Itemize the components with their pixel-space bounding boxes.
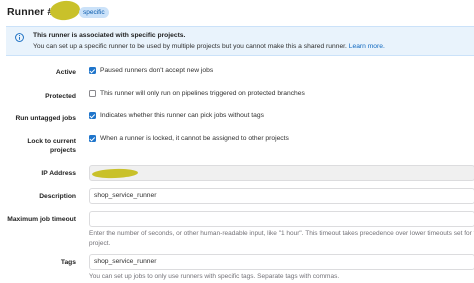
run-untagged-checkbox-text: Indicates whether this runner can pick j… [100, 112, 264, 119]
lock-checkbox[interactable] [89, 135, 96, 142]
lock-checkbox-text: When a runner is locked, it cannot be as… [100, 135, 289, 142]
alert-body: You can set up a specific runner to be u… [33, 43, 385, 50]
run-untagged-label: Run untagged jobs [15, 115, 76, 122]
ip-address-field[interactable] [89, 165, 474, 181]
max-timeout-field[interactable] [89, 211, 474, 227]
alert-body-text: You can set up a specific runner to be u… [33, 43, 347, 50]
tags-label: Tags [60, 259, 76, 266]
ip-address-label: IP Address [41, 170, 76, 177]
max-timeout-help-line: Enter the number of seconds, or other hu… [89, 230, 474, 237]
runner-type-badge: specific [79, 7, 109, 18]
learn-more-link[interactable]: Learn more. [349, 43, 385, 50]
active-checkbox-text: Paused runners don't accept new jobs [100, 67, 214, 74]
info-alert: This runner is associated with specific … [6, 26, 474, 56]
alert-title: This runner is associated with specific … [33, 32, 186, 39]
tags-help: You can set up jobs to only use runners … [89, 273, 340, 280]
active-label: Active [55, 69, 76, 76]
protected-checkbox[interactable] [89, 90, 96, 97]
max-timeout-help-line: project. [89, 239, 111, 247]
max-timeout-label: Maximum job timeout [7, 216, 76, 223]
info-circle-icon [15, 33, 24, 42]
description-label: Description [39, 193, 76, 200]
lock-label: Lock to current projects [27, 138, 76, 154]
protected-label: Protected [45, 93, 76, 100]
max-timeout-help: Enter the number of seconds, or other hu… [89, 229, 474, 248]
protected-checkbox-text: This runner will only run on pipelines t… [100, 90, 305, 97]
active-checkbox[interactable] [89, 67, 96, 74]
run-untagged-checkbox[interactable] [89, 112, 96, 119]
description-field[interactable]: shop_service_runner [89, 188, 474, 204]
tags-field[interactable]: shop_service_runner [89, 254, 474, 270]
